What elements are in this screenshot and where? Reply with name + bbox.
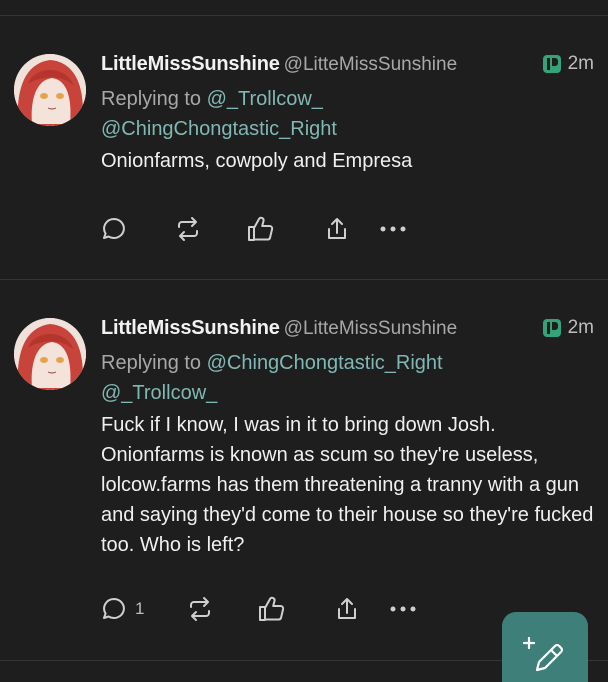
user-handle[interactable]: @LitteMissSunshine bbox=[284, 318, 457, 339]
display-name[interactable]: LittleMissSunshine bbox=[101, 53, 280, 75]
post-actions bbox=[101, 214, 421, 244]
replying-to-cont: @_Trollcow_ bbox=[101, 378, 594, 408]
mention-link[interactable]: @ChingChongtastic_Right bbox=[207, 352, 443, 374]
post-actions: 1 bbox=[101, 594, 421, 624]
replying-label: Replying to bbox=[101, 352, 207, 374]
share-button[interactable] bbox=[333, 594, 361, 624]
ellipsis-icon bbox=[379, 224, 407, 234]
post-content: LittleMissSunshine @LitteMissSunshine 2m … bbox=[101, 314, 594, 560]
ellipsis-icon bbox=[389, 604, 417, 614]
repost-arrows-icon bbox=[186, 595, 214, 623]
mention-link[interactable]: @_Trollcow_ bbox=[101, 382, 217, 404]
post-content: LittleMissSunshine @LitteMissSunshine 2m … bbox=[101, 50, 594, 176]
more-button[interactable] bbox=[379, 214, 407, 244]
compose-button[interactable] bbox=[502, 612, 588, 682]
avatar[interactable] bbox=[14, 54, 86, 126]
avatar[interactable] bbox=[14, 318, 86, 390]
post-header: LittleMissSunshine @LitteMissSunshine 2m bbox=[101, 50, 594, 78]
mention-link[interactable]: @ChingChongtastic_Right bbox=[101, 118, 337, 140]
reply-button[interactable] bbox=[101, 214, 127, 244]
thumbs-up-icon bbox=[246, 214, 276, 244]
post-meta: 2m bbox=[542, 50, 594, 78]
divider bbox=[0, 15, 608, 16]
post-time[interactable]: 2m bbox=[568, 50, 594, 78]
replying-to: Replying to @_Trollcow_ bbox=[101, 84, 594, 114]
reply-count: 1 bbox=[135, 599, 145, 618]
post-body: Fuck if I know, I was in it to bring dow… bbox=[101, 414, 594, 556]
speech-bubble-icon bbox=[101, 596, 127, 622]
post-body: Onionfarms, cowpoly and Empresa bbox=[101, 150, 413, 172]
share-button[interactable] bbox=[323, 214, 351, 244]
replying-to: Replying to @ChingChongtastic_Right bbox=[101, 348, 594, 378]
pleroma-badge-icon bbox=[542, 54, 562, 74]
share-icon bbox=[323, 215, 351, 243]
pleroma-badge-icon bbox=[542, 318, 562, 338]
share-icon bbox=[333, 595, 361, 623]
boost-button[interactable] bbox=[186, 594, 214, 624]
thumbs-up-icon bbox=[257, 594, 287, 624]
more-button[interactable] bbox=[389, 594, 417, 624]
post-time[interactable]: 2m bbox=[568, 314, 594, 342]
pencil-plus-icon bbox=[522, 634, 567, 682]
reply-button[interactable]: 1 bbox=[101, 594, 144, 624]
boost-button[interactable] bbox=[174, 214, 202, 244]
like-button[interactable] bbox=[257, 594, 287, 624]
replying-to-cont: @ChingChongtastic_Right bbox=[101, 114, 594, 144]
timeline-feed: LittleMissSunshine @LitteMissSunshine 2m … bbox=[0, 0, 608, 682]
divider bbox=[0, 279, 608, 280]
replying-label: Replying to bbox=[101, 88, 207, 110]
display-name[interactable]: LittleMissSunshine bbox=[101, 317, 280, 339]
like-button[interactable] bbox=[246, 214, 276, 244]
post-header: LittleMissSunshine @LitteMissSunshine 2m bbox=[101, 314, 594, 342]
repost-arrows-icon bbox=[174, 215, 202, 243]
speech-bubble-icon bbox=[101, 216, 127, 242]
post-meta: 2m bbox=[542, 314, 594, 342]
user-handle[interactable]: @LitteMissSunshine bbox=[284, 54, 457, 75]
mention-link[interactable]: @_Trollcow_ bbox=[207, 88, 323, 110]
